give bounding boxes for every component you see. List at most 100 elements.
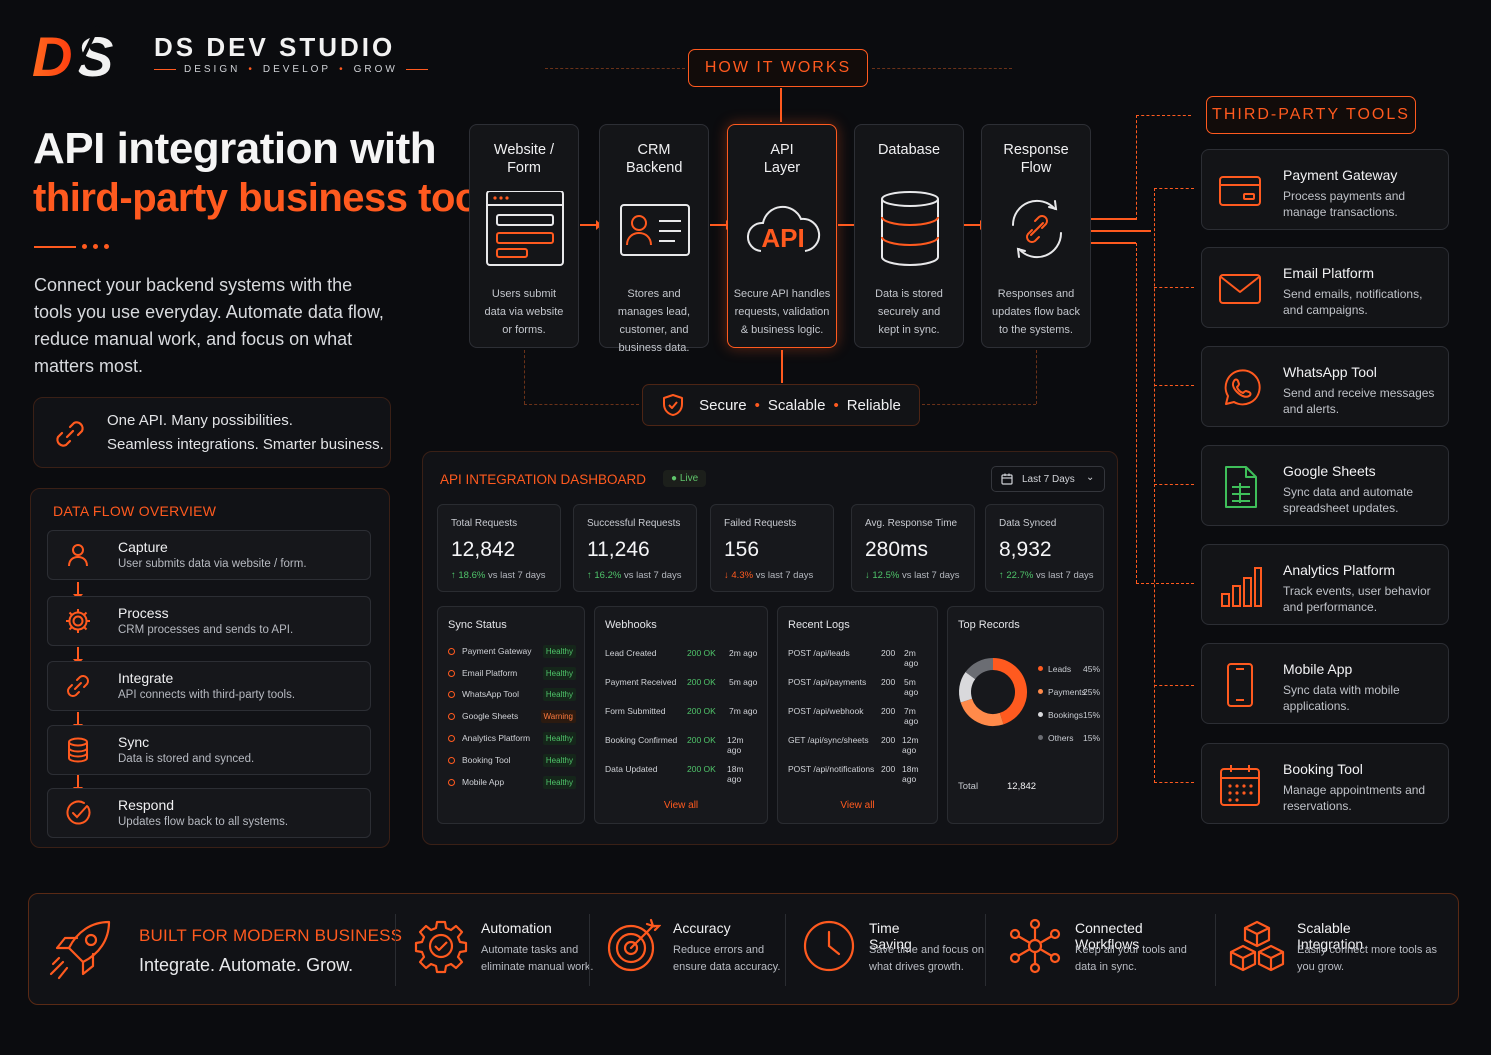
webhook-row: Data Updated 200 OK 18m ago: [605, 764, 744, 784]
sync-row: Analytics Platform Healthy: [448, 732, 576, 747]
date-range-select[interactable]: Last 7 Days ⌄: [991, 466, 1105, 492]
step-arrow: [964, 220, 986, 230]
tool-desc: Send and receive messages and alerts.: [1283, 386, 1435, 416]
kpi-value: 156: [724, 538, 760, 561]
feature-title: Automation: [481, 920, 552, 936]
tool-whatsapp[interactable]: WhatsApp Tool Send and receive messages …: [1201, 346, 1449, 427]
spreadsheet-icon: [1218, 465, 1262, 509]
tool-title: WhatsApp Tool: [1283, 364, 1377, 380]
tool-desc: Send emails, notifications, and campaign…: [1283, 287, 1423, 317]
log-row: GET /api/sync/sheets 200 12m ago: [788, 735, 919, 755]
built-for-modern-business-banner: BUILT FOR MODERN BUSINESS Integrate. Aut…: [28, 893, 1459, 1005]
webhooks-view-all-link[interactable]: View all: [595, 800, 767, 811]
kpi-label: Total Requests: [451, 518, 518, 529]
webhook-row: Lead Created 200 OK 2m ago: [605, 648, 758, 658]
tagline-line-1: One API. Many possibilities.: [107, 412, 293, 429]
donut-slice-payments: [960, 698, 1004, 726]
check-circle-icon: [64, 799, 92, 827]
connector-line: [1154, 188, 1194, 189]
tool-analytics-platform[interactable]: Analytics Platform Track events, user be…: [1201, 544, 1449, 625]
legend-item-payments: Payments 25%: [1038, 687, 1100, 697]
chevron-down-icon: ⌄: [1086, 472, 1095, 483]
step-arrow: [710, 220, 732, 230]
step-database: Database Data is stored securely and kep…: [854, 124, 964, 348]
tool-google-sheets[interactable]: Google Sheets Sync data and automate spr…: [1201, 445, 1449, 526]
connector-line: [1154, 287, 1194, 288]
database-icon: [64, 736, 92, 764]
connector-line: [1154, 685, 1194, 686]
connector-line: [1091, 218, 1136, 220]
kpi-label: Avg. Response Time: [865, 518, 958, 529]
rocket-icon: [47, 918, 115, 984]
connector-line: [781, 350, 783, 383]
headline-line-1: API integration with: [33, 124, 437, 173]
flow-item-desc: API connects with third-party tools.: [118, 689, 296, 701]
divider: [1215, 914, 1216, 986]
legend-swatch: [1038, 712, 1043, 717]
data-flow-title: DATA FLOW OVERVIEW: [53, 503, 217, 519]
gear-check-icon: [413, 918, 469, 974]
connector-line: [1154, 782, 1194, 783]
tool-booking-tool[interactable]: Booking Tool Manage appointments and res…: [1201, 743, 1449, 824]
flow-arrow: [73, 582, 83, 600]
step-api-layer: API Layer API Secure API handles request…: [727, 124, 837, 348]
divider: [785, 914, 786, 986]
kpi-value: 12,842: [451, 538, 516, 561]
flow-item-title: Process: [118, 605, 169, 621]
kpi-data-synced: Data Synced 8,932 ↑ 22.7% vs last 7 days: [985, 504, 1104, 592]
connector-line: [1091, 230, 1151, 232]
kpi-value: 8,932: [999, 538, 1052, 561]
kpi-total-requests: Total Requests 12,842 ↑ 18.6% vs last 7 …: [437, 504, 561, 592]
database-icon: [870, 191, 950, 267]
tool-mobile-app[interactable]: Mobile App Sync data with mobile applica…: [1201, 643, 1449, 724]
step-title: CRM Backend: [626, 142, 683, 176]
connector-line: [524, 404, 639, 405]
network-icon: [1007, 918, 1063, 974]
feature-desc: Automate tasks and eliminate manual work…: [481, 944, 594, 973]
sync-row: Google Sheets Warning: [448, 710, 576, 725]
feature-desc: Keep all your tools and data in sync.: [1075, 944, 1187, 973]
headline-divider: [34, 244, 109, 249]
feature-desc: Save time and focus on what drives growt…: [869, 944, 984, 973]
kpi-label: Successful Requests: [587, 518, 681, 529]
sync-status-panel: Sync Status Payment Gateway Healthy Email…: [437, 606, 585, 824]
brand-tagline: DESIGN • DEVELOP • GROW: [154, 64, 428, 75]
kpi-change: ↓ 4.3% vs last 7 days: [724, 570, 814, 581]
connector-line: [1136, 115, 1137, 220]
tool-payment-gateway[interactable]: Payment Gateway Process payments and man…: [1201, 149, 1449, 230]
headline-line-2: third-party business tools: [33, 176, 512, 220]
credit-card-icon: [1218, 169, 1262, 213]
donut-slice-others: [965, 658, 994, 680]
panel-title: Sync Status: [448, 619, 507, 631]
connector-line: [872, 68, 1012, 69]
bar-chart-icon: [1218, 564, 1262, 608]
sync-row: Booking Tool Healthy: [448, 754, 576, 769]
connector-line: [1091, 242, 1136, 244]
kpi-value: 11,246: [587, 538, 650, 561]
svg-text:API: API: [761, 223, 804, 253]
live-badge: ● Live: [663, 470, 707, 487]
tool-email-platform[interactable]: Email Platform Send emails, notification…: [1201, 247, 1449, 328]
top-records-donut: [959, 658, 1027, 726]
browser-form-icon: [485, 191, 565, 267]
logs-view-all-link[interactable]: View all: [778, 800, 937, 811]
dashboard-title: API INTEGRATION DASHBOARD: [440, 472, 647, 487]
logo-mark: D S: [30, 24, 135, 86]
log-row: POST /api/leads 200 2m ago: [788, 648, 919, 668]
date-range-value: Last 7 Days: [1022, 474, 1075, 485]
api-integration-dashboard: API INTEGRATION DASHBOARD ● Live Last 7 …: [422, 451, 1118, 845]
step-title: Website / Form: [493, 142, 555, 176]
total-label: Total: [958, 781, 979, 792]
built-subtitle: Integrate. Automate. Grow.: [139, 955, 354, 975]
brand-name: DS DEV STUDIO: [154, 32, 396, 62]
divider: [985, 914, 986, 986]
legend-value: 45%: [1082, 664, 1100, 674]
kpi-successful-requests: Successful Requests 11,246 ↑ 16.2% vs la…: [573, 504, 697, 592]
step-desc: Secure API handles requests, validation …: [733, 288, 831, 336]
connector-line: [780, 88, 782, 122]
step-crm-backend: CRM Backend Stores and manages lead, cus…: [599, 124, 709, 354]
badge-reliable: Reliable: [846, 396, 901, 414]
flow-item-title: Integrate: [118, 670, 174, 686]
tool-desc: Process payments and manage transactions…: [1283, 189, 1406, 219]
tool-title: Analytics Platform: [1283, 562, 1396, 578]
